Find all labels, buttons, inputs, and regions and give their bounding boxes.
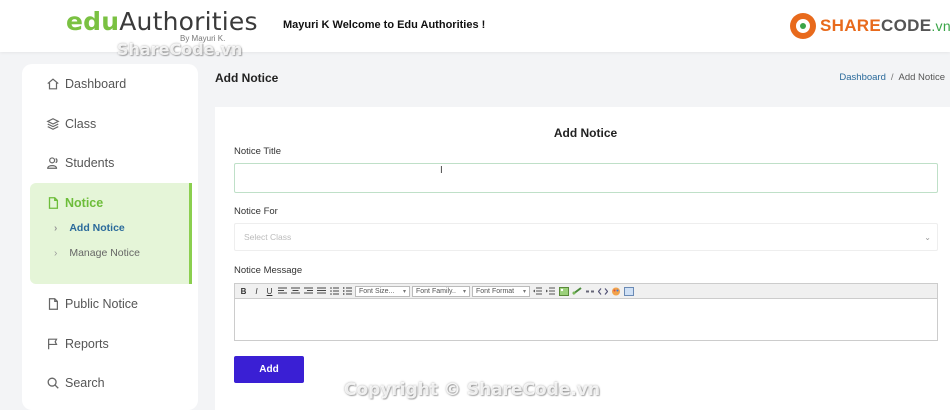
add-button[interactable]: Add	[234, 356, 304, 383]
logo-authorities: Authorities	[119, 7, 258, 36]
underline-button[interactable]: U	[264, 286, 275, 297]
breadcrumb-current: Add Notice	[898, 72, 945, 83]
top-header: eduAuthorities By Mayuri K. Mayuri K Wel…	[0, 0, 950, 52]
brand-share: SHARE	[820, 16, 882, 35]
sidebar-subitem-add-notice[interactable]: › Add Notice	[54, 222, 125, 234]
sharecode-brand: SHARECODE.vn	[790, 12, 950, 40]
sidebar-subitem-manage-notice[interactable]: › Manage Notice	[54, 247, 140, 259]
add-notice-card: Add Notice Notice Title I Notice For Sel…	[215, 107, 950, 410]
search-icon	[47, 377, 59, 389]
align-justify-icon[interactable]	[316, 286, 327, 297]
home-icon	[47, 78, 59, 90]
font-size-select[interactable]: Font Size... ▾	[355, 285, 410, 297]
chevron-down-icon: ▾	[402, 288, 406, 295]
brand-code: CODE	[881, 16, 932, 35]
sidebar-item-label: Public Notice	[65, 297, 138, 311]
sidebar-item-public-notice[interactable]: Public Notice	[46, 297, 138, 311]
color-icon[interactable]	[610, 286, 621, 297]
image-icon[interactable]	[558, 286, 569, 297]
align-right-icon[interactable]	[303, 286, 314, 297]
breadcrumb-dashboard-link[interactable]: Dashboard	[839, 72, 885, 83]
brand-vn: .vn	[931, 18, 950, 34]
indent-icon[interactable]	[545, 286, 556, 297]
sidebar-item-label: Dashboard	[65, 77, 127, 91]
chevron-down-icon: ▾	[522, 288, 526, 295]
sharecode-logo-icon	[790, 13, 816, 39]
sidebar-item-label: Reports	[65, 337, 109, 351]
sidebar-item-search[interactable]: Search	[46, 376, 105, 390]
breadcrumb-separator: /	[890, 72, 894, 83]
sidebar-subitem-label: Manage Notice	[69, 247, 140, 259]
link-icon[interactable]	[571, 286, 582, 297]
chevron-right-icon: ›	[54, 247, 58, 259]
notice-message-label: Notice Message	[234, 265, 303, 276]
sidebar-item-notice[interactable]: Notice	[46, 196, 103, 210]
welcome-message: Mayuri K Welcome to Edu Authorities !	[283, 19, 486, 31]
align-center-icon[interactable]	[290, 286, 301, 297]
sidebar-item-reports[interactable]: Reports	[46, 337, 109, 351]
sidebar-item-class[interactable]: Class	[46, 117, 96, 131]
font-format-label: Font Format	[476, 287, 515, 295]
notice-for-label: Notice For	[234, 206, 278, 217]
editor-body[interactable]	[235, 299, 937, 340]
chevron-down-icon: ▾	[462, 288, 466, 295]
editor-toolbar: B I U Font Size... ▾ Font Family.. ▾ Font …	[235, 284, 937, 299]
file-icon	[48, 197, 59, 209]
breadcrumb: Dashboard / Add Notice	[839, 72, 945, 83]
font-size-label: Font Size...	[359, 287, 395, 295]
users-icon	[47, 157, 58, 169]
brand-text: SHARECODE.vn	[820, 16, 950, 36]
notice-message-editor: B I U Font Size... ▾ Font Family.. ▾ Font …	[234, 283, 938, 341]
chevron-down-icon: ⌄	[924, 233, 931, 242]
layers-icon	[46, 118, 60, 130]
page-title: Add Notice	[215, 71, 279, 85]
notice-title-input[interactable]	[234, 163, 938, 193]
logo-edu: edu	[66, 7, 120, 36]
sidebar-item-label: Search	[65, 376, 105, 390]
sidebar-item-label: Class	[65, 117, 97, 131]
outdent-icon[interactable]	[532, 286, 543, 297]
card-title: Add Notice	[553, 126, 618, 140]
ordered-list-icon[interactable]	[329, 286, 340, 297]
font-format-select[interactable]: Font Format ▾	[472, 285, 530, 297]
source-icon[interactable]	[623, 286, 634, 297]
logo-byline: By Mayuri K.	[180, 34, 226, 43]
flag-icon	[48, 338, 58, 350]
italic-button[interactable]: I	[251, 286, 262, 297]
unordered-list-icon[interactable]	[342, 286, 353, 297]
select-placeholder: Select Class	[244, 232, 292, 242]
sidebar-item-students[interactable]: Students	[46, 156, 114, 170]
app-logo[interactable]: eduAuthorities By Mayuri K.	[62, 6, 258, 46]
font-family-select[interactable]: Font Family.. ▾	[412, 285, 470, 297]
sidebar-item-label: Notice	[65, 196, 104, 210]
logo-text: eduAuthorities	[66, 8, 258, 36]
file-icon	[48, 298, 58, 310]
notice-for-select[interactable]: Select Class ⌄	[234, 223, 938, 251]
sidebar-item-label: Students	[65, 156, 115, 170]
notice-title-label: Notice Title	[234, 146, 281, 157]
chevron-right-icon: ›	[54, 222, 58, 234]
font-family-label: Font Family..	[416, 287, 456, 295]
align-left-icon[interactable]	[277, 286, 288, 297]
text-cursor-icon: I	[440, 165, 443, 176]
unlink-icon[interactable]	[584, 286, 595, 297]
code-icon[interactable]	[597, 286, 608, 297]
sidebar-subitem-label: Add Notice	[69, 222, 125, 234]
sidebar-item-dashboard[interactable]: Dashboard	[46, 77, 126, 91]
sidebar: Dashboard Class Students Notice › Add No…	[22, 64, 198, 410]
bold-button[interactable]: B	[238, 286, 249, 297]
